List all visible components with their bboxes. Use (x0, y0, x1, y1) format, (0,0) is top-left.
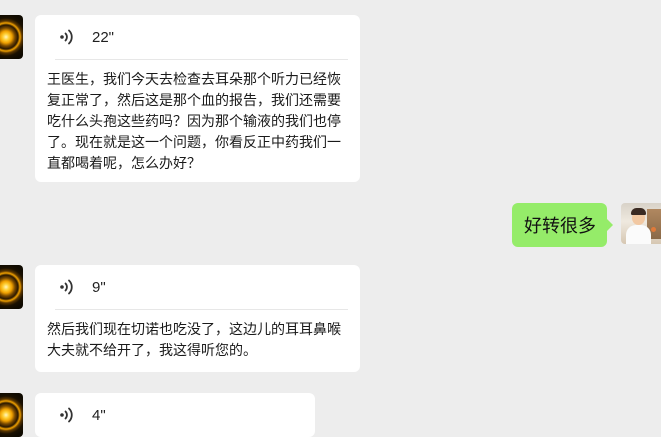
contact-avatar[interactable] (0, 15, 23, 59)
voice-transcript: 王医生，我们今天去检查去耳朵那个听力已经恢复正常了，然后这是那个血的报告，我们还… (47, 72, 341, 172)
voice-player[interactable]: 4" (55, 393, 303, 437)
voice-player[interactable]: 22" (55, 15, 348, 60)
voice-message-bubble[interactable]: 4" (35, 393, 315, 437)
voice-message-bubble[interactable]: 22" 王医生，我们今天去检查去耳朵那个听力已经恢复正常了，然后这是那个血的报告… (35, 15, 360, 182)
sent-text-message[interactable]: 好转很多 (512, 203, 613, 247)
voice-transcript: 然后我们现在切诺也吃没了，这边儿的耳耳鼻喉大夫就不给开了，我这得听您的。 (47, 322, 341, 359)
my-avatar[interactable] (621, 203, 661, 244)
voice-duration: 4" (92, 406, 106, 424)
contact-avatar[interactable] (0, 393, 23, 437)
voice-wave-icon (60, 407, 73, 423)
voice-duration: 9" (92, 278, 106, 296)
voice-wave-icon (60, 29, 73, 45)
contact-avatar[interactable] (0, 265, 23, 309)
voice-message-bubble[interactable]: 9" 然后我们现在切诺也吃没了，这边儿的耳耳鼻喉大夫就不给开了，我这得听您的。 (35, 265, 360, 372)
voice-player[interactable]: 9" (55, 265, 348, 310)
voice-wave-icon (60, 279, 73, 295)
voice-duration: 22" (92, 28, 115, 46)
